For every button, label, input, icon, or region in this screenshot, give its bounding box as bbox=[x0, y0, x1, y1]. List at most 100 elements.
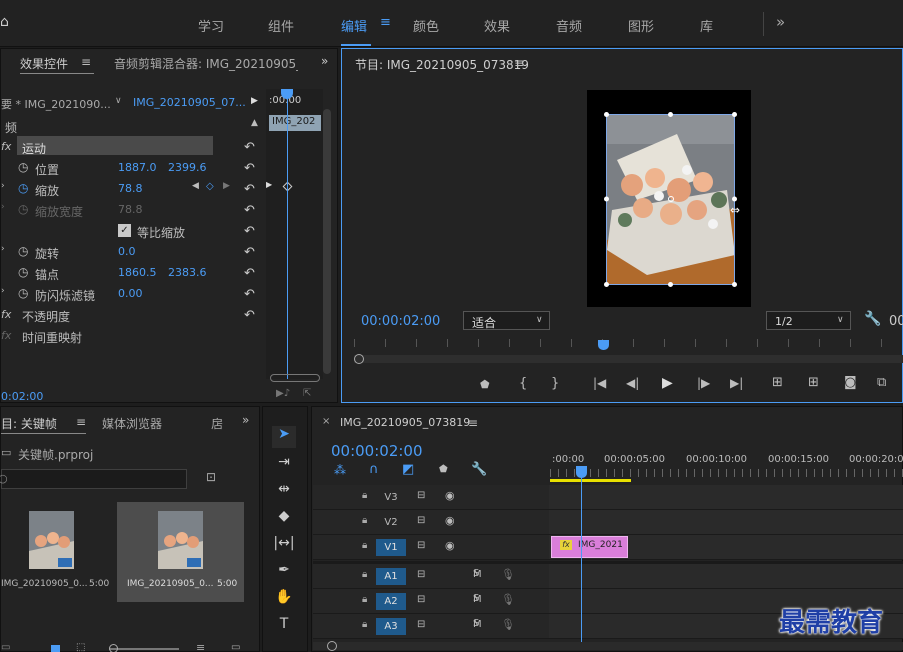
program-timecode[interactable]: 00:00:02:00 bbox=[361, 314, 440, 329]
zoom-slider-handle[interactable] bbox=[109, 644, 118, 652]
more-tabs-button[interactable]: » bbox=[776, 13, 785, 31]
fit-dropdown[interactable]: 适合 ∨ bbox=[463, 311, 550, 330]
play-small-icon[interactable]: ▶ bbox=[251, 97, 258, 106]
scale-value[interactable]: 78.8 bbox=[118, 182, 143, 195]
zoom-scrollbar[interactable] bbox=[354, 354, 903, 364]
mic-icon[interactable]: 🎙︎ bbox=[501, 593, 515, 606]
clip-selector[interactable]: IMG_20210905_07... bbox=[133, 96, 246, 109]
selection-tool[interactable]: ➤ bbox=[272, 426, 296, 448]
timeline-timecode[interactable]: 00:00:02:00 bbox=[331, 442, 423, 460]
tab-assembly[interactable]: 组件 bbox=[268, 16, 294, 35]
work-area-bar[interactable] bbox=[550, 479, 631, 482]
add-marker-icon[interactable]: ⬟ bbox=[480, 379, 490, 390]
automate-icon[interactable]: ▭ bbox=[231, 643, 240, 652]
horizontal-scroll[interactable] bbox=[270, 374, 320, 382]
sync-icon[interactable]: ⊟ bbox=[417, 515, 425, 526]
home-icon[interactable]: ⌂ bbox=[0, 15, 9, 29]
list-view-icon[interactable]: ▭ bbox=[1, 643, 10, 652]
wrench-icon[interactable]: 🔧 bbox=[864, 312, 881, 326]
play-audio-icon[interactable]: ▶♪ bbox=[276, 389, 290, 399]
panel-menu-icon[interactable]: ≡ bbox=[76, 416, 86, 428]
panel-menu-icon[interactable]: ≡ bbox=[81, 56, 91, 68]
monitor-playhead[interactable] bbox=[598, 340, 609, 350]
project-item[interactable]: IMG_20210905_0... 5:00 bbox=[1, 502, 114, 602]
extract-icon[interactable]: ⊞ bbox=[808, 376, 819, 389]
icon-view-button[interactable] bbox=[51, 645, 60, 652]
track-header-a1[interactable]: 🔒︎ A1 ⊟ M S 🎙︎ bbox=[313, 564, 549, 589]
mark-in-icon[interactable]: { bbox=[519, 377, 527, 390]
timeline-scrollbar[interactable] bbox=[313, 641, 903, 651]
reset-icon[interactable]: ↶ bbox=[244, 140, 255, 155]
track-label[interactable]: V3 bbox=[376, 489, 406, 506]
resolution-dropdown[interactable]: 1/2 ∨ bbox=[766, 311, 851, 330]
zoom-slider[interactable] bbox=[109, 648, 179, 650]
nav-right-icon[interactable]: ▶ bbox=[266, 181, 272, 189]
lock-icon[interactable]: 🔒︎ bbox=[362, 569, 367, 580]
mic-icon[interactable]: 🎙︎ bbox=[501, 618, 515, 631]
reset-icon[interactable]: ↶ bbox=[244, 203, 255, 218]
expand-icon[interactable]: › bbox=[1, 245, 5, 254]
pen-tool[interactable]: ✒ bbox=[272, 562, 296, 584]
play-icon[interactable]: ▶ bbox=[662, 376, 673, 390]
time-remap-row[interactable]: fx 时间重映射 bbox=[1, 325, 266, 346]
track-label[interactable]: A1 bbox=[376, 568, 406, 585]
opacity-row[interactable]: fx 不透明度 ↶ bbox=[1, 304, 266, 325]
solo-button[interactable]: S bbox=[473, 593, 479, 604]
scroll-handle[interactable] bbox=[354, 354, 364, 364]
track-label[interactable]: V1 bbox=[376, 539, 406, 556]
lock-icon[interactable]: 🔒︎ bbox=[362, 490, 367, 501]
sync-icon[interactable]: ⊟ bbox=[417, 540, 425, 551]
reset-icon[interactable]: ↶ bbox=[244, 308, 255, 323]
camera-icon[interactable]: ◙ bbox=[844, 376, 857, 389]
effect-controls-title[interactable]: 效果控件 bbox=[20, 55, 68, 72]
step-back-icon[interactable]: ◀| bbox=[626, 377, 639, 389]
timeline-playhead-line[interactable] bbox=[581, 472, 582, 644]
stopwatch-icon[interactable]: ◷ bbox=[18, 266, 28, 278]
reset-icon[interactable]: ↶ bbox=[244, 224, 255, 239]
panel-menu-icon[interactable]: ≡ bbox=[514, 57, 524, 69]
reset-icon[interactable]: ↶ bbox=[244, 182, 255, 197]
audio-clip-mixer-tab[interactable]: 音频剪辑混合器: IMG_20210905_( bbox=[114, 55, 298, 72]
slip-tool[interactable]: |↔| bbox=[272, 535, 296, 557]
track-header-v2[interactable]: 🔒︎ V2 ⊟ ◉ bbox=[313, 510, 549, 535]
new-bin-icon[interactable]: ⊡ bbox=[206, 471, 216, 483]
expand-icon[interactable]: › bbox=[1, 182, 5, 191]
reset-icon[interactable]: ↶ bbox=[244, 161, 255, 176]
wrench-icon[interactable]: 🔧 bbox=[471, 463, 487, 476]
tab-libraries[interactable]: 库 bbox=[700, 16, 713, 35]
freeform-view-icon[interactable]: ⬚ bbox=[76, 643, 85, 652]
lock-icon[interactable]: 🔒︎ bbox=[362, 619, 367, 630]
eye-icon[interactable]: ◉ bbox=[445, 489, 455, 502]
reset-icon[interactable]: ↶ bbox=[244, 266, 255, 281]
project-title[interactable]: 目: 关键帧 bbox=[1, 415, 57, 432]
video-frame[interactable] bbox=[587, 90, 751, 307]
step-forward-icon[interactable]: |▶ bbox=[697, 377, 710, 389]
expand-icon[interactable]: › bbox=[1, 287, 5, 296]
next-keyframe-icon[interactable]: ▶ bbox=[223, 182, 230, 191]
add-marker-icon[interactable]: ⬟ bbox=[439, 465, 448, 475]
track-lane-a1[interactable] bbox=[549, 564, 903, 589]
compare-icon[interactable]: ⧉ bbox=[877, 376, 886, 389]
stopwatch-active-icon[interactable]: ◷ bbox=[18, 182, 28, 194]
reset-icon[interactable]: ↶ bbox=[244, 287, 255, 302]
mini-playhead[interactable] bbox=[287, 89, 288, 379]
track-label[interactable]: V2 bbox=[376, 514, 406, 531]
project-search-input[interactable]: ○ bbox=[0, 469, 187, 489]
project-item-selected[interactable]: IMG_20210905_0... 5:00 bbox=[117, 502, 244, 602]
panel-menu-icon[interactable]: ≡ bbox=[468, 417, 478, 429]
tab-effects[interactable]: 效果 bbox=[484, 16, 510, 35]
track-label[interactable]: A2 bbox=[376, 593, 406, 610]
track-header-v1[interactable]: 🔒︎ V1 ⊟ ◉ bbox=[313, 535, 549, 560]
track-header-v3[interactable]: 🔒︎ V3 ⊟ ◉ bbox=[313, 485, 549, 510]
sync-icon[interactable]: ⊟ bbox=[417, 490, 425, 501]
timeline-playhead[interactable] bbox=[576, 466, 587, 478]
ripple-edit-tool[interactable]: ⇹ bbox=[272, 481, 296, 503]
mark-out-icon[interactable]: } bbox=[551, 377, 559, 390]
nest-icon[interactable]: ⁂ bbox=[334, 464, 346, 476]
video-clip[interactable]: fx IMG_2021 bbox=[551, 536, 628, 558]
sync-icon[interactable]: ⊟ bbox=[417, 619, 425, 630]
scroll-handle[interactable] bbox=[327, 641, 337, 651]
monitor-ruler[interactable] bbox=[354, 339, 903, 347]
lock-icon[interactable]: 🔒︎ bbox=[362, 540, 367, 551]
lock-icon[interactable]: 🔒︎ bbox=[362, 594, 367, 605]
